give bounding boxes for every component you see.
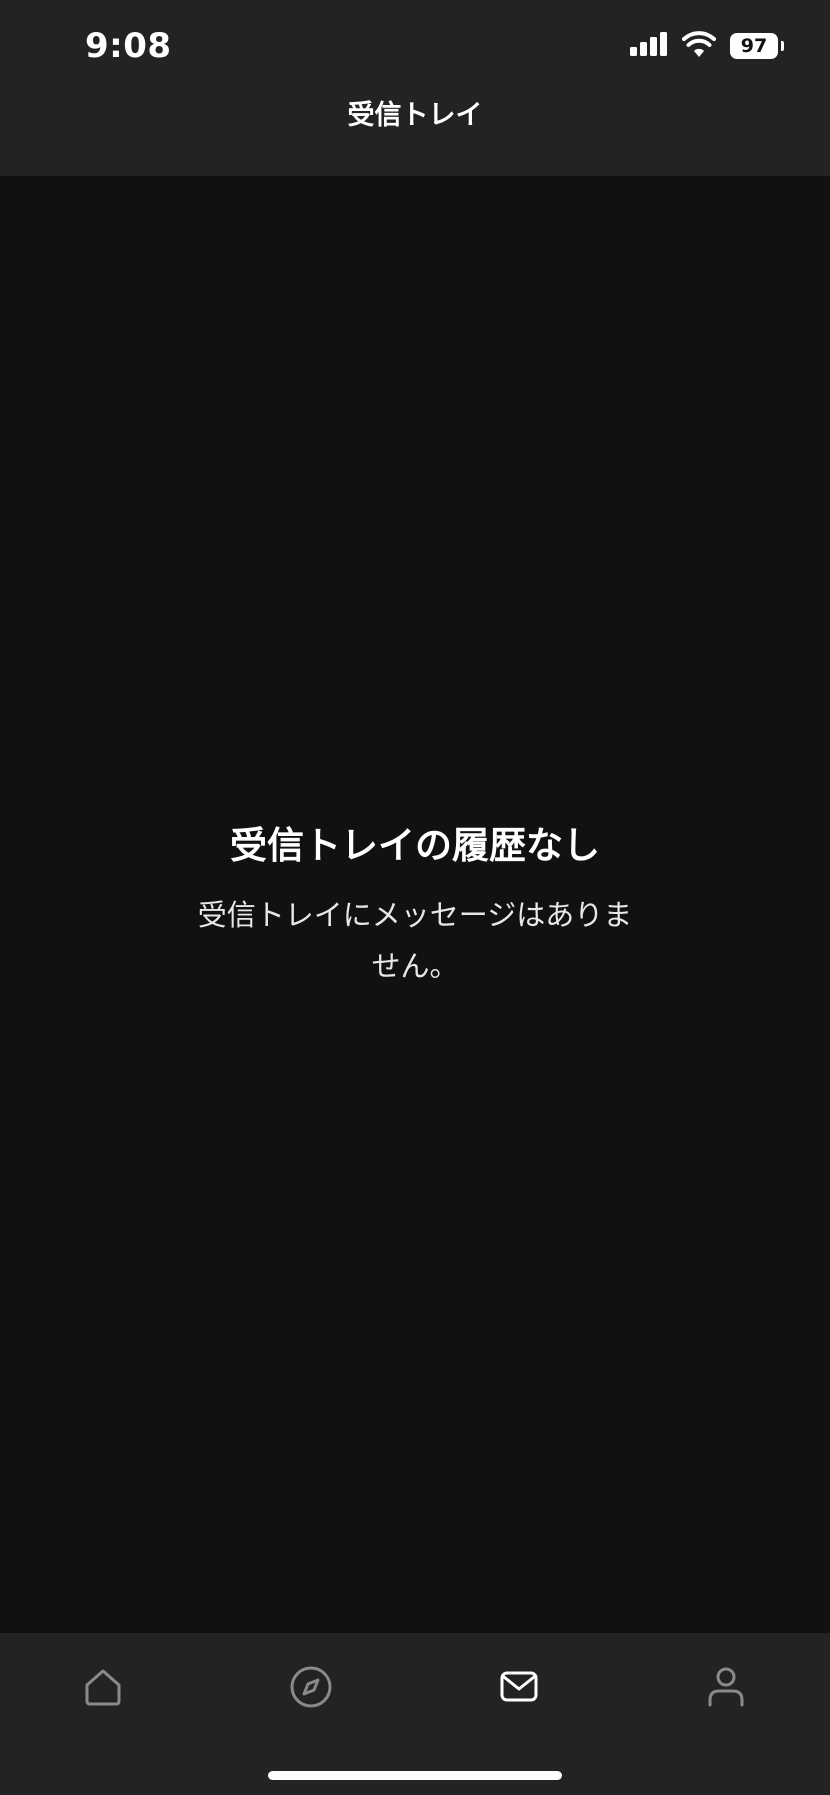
tab-explore[interactable] bbox=[281, 1659, 341, 1719]
top-bar: 9:08 97 受信トレイ bbox=[0, 0, 830, 176]
page-title: 受信トレイ bbox=[347, 100, 483, 131]
tab-home[interactable] bbox=[73, 1659, 133, 1719]
status-time: 9:08 bbox=[85, 26, 172, 66]
status-icons: 97 bbox=[630, 31, 784, 61]
tab-inbox[interactable] bbox=[489, 1659, 549, 1719]
wifi-icon bbox=[682, 31, 716, 61]
tab-profile[interactable] bbox=[696, 1659, 756, 1719]
tab-bar bbox=[0, 1633, 830, 1795]
mail-icon bbox=[500, 1671, 538, 1707]
compass-icon bbox=[289, 1665, 333, 1713]
home-indicator[interactable] bbox=[268, 1771, 562, 1780]
empty-state: 受信トレイの履歴なし 受信トレイにメッセージはありません。 bbox=[0, 818, 830, 992]
empty-state-title: 受信トレイの履歴なし bbox=[230, 824, 600, 867]
home-icon bbox=[83, 1667, 123, 1711]
cellular-signal-icon bbox=[630, 32, 668, 60]
battery-indicator: 97 bbox=[730, 33, 784, 59]
empty-state-message: 受信トレイにメッセージはありません。 bbox=[197, 898, 633, 983]
profile-icon bbox=[707, 1667, 745, 1711]
